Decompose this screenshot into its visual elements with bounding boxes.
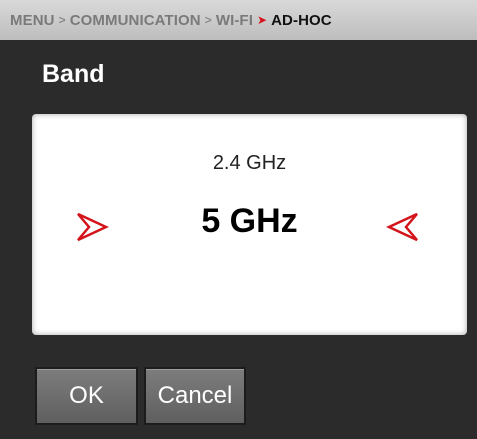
option-previous[interactable]: 2.4 GHz	[32, 152, 467, 175]
breadcrumb-item-communication[interactable]: COMMUNICATION	[70, 12, 201, 29]
band-settings-screen: MENU > COMMUNICATION > WI-FI ➤ AD-HOC Ba…	[0, 0, 477, 439]
breadcrumb-separator-icon: >	[204, 13, 212, 27]
breadcrumb-item-ad-hoc: AD-HOC	[271, 11, 332, 29]
breadcrumb-item-menu[interactable]: MENU	[10, 12, 55, 29]
page-title: Band	[42, 60, 105, 88]
cancel-button[interactable]: Cancel	[144, 367, 246, 425]
chevron-right-outline-icon[interactable]	[386, 210, 420, 244]
breadcrumb-current-marker-icon: ➤	[256, 13, 268, 27]
breadcrumb-item-wifi[interactable]: WI-FI	[216, 12, 253, 29]
ok-button[interactable]: OK	[35, 367, 138, 425]
breadcrumb-separator-icon: >	[58, 13, 66, 27]
breadcrumb: MENU > COMMUNICATION > WI-FI ➤ AD-HOC	[0, 0, 477, 40]
band-selector-panel: 2.4 GHz 5 GHz	[32, 114, 467, 335]
